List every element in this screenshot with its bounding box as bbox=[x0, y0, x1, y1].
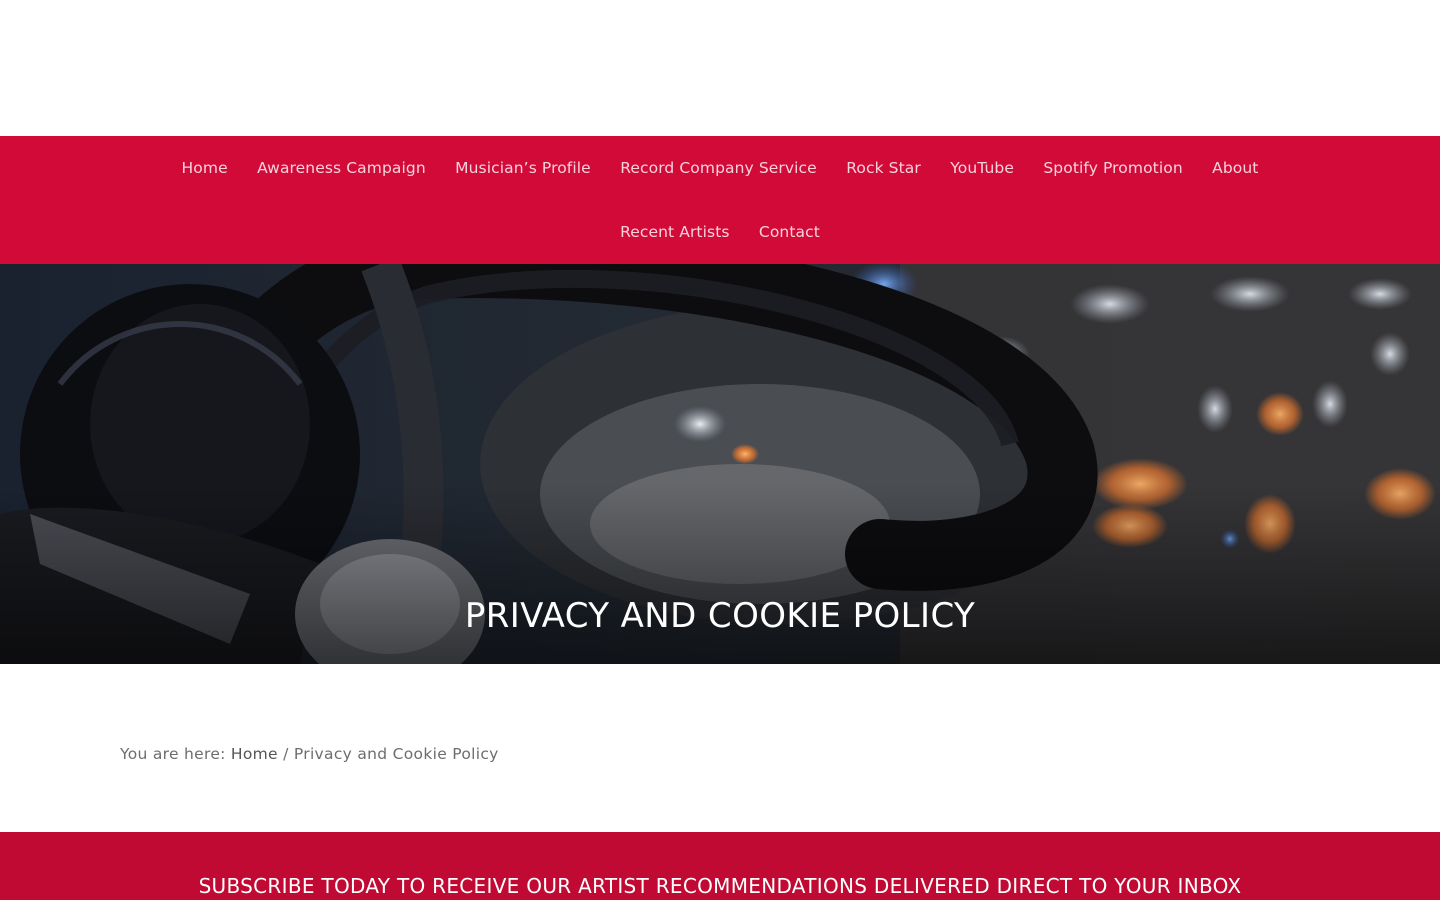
breadcrumb-prefix: You are here: bbox=[120, 745, 231, 763]
nav-item-record-company-service[interactable]: Record Company Service bbox=[606, 159, 832, 177]
breadcrumb: You are here: Home / Privacy and Cookie … bbox=[120, 745, 499, 763]
site-header bbox=[0, 0, 1440, 136]
nav-item-home[interactable]: Home bbox=[167, 159, 243, 177]
nav-item-youtube[interactable]: YouTube bbox=[936, 159, 1029, 177]
nav-item-awareness-campaign[interactable]: Awareness Campaign bbox=[242, 159, 440, 177]
breadcrumb-separator: / bbox=[277, 745, 294, 763]
breadcrumb-home-link[interactable]: Home bbox=[231, 745, 278, 763]
main-navigation: Home Awareness Campaign Musician’s Profi… bbox=[0, 136, 1440, 264]
nav-item-recent-artists[interactable]: Recent Artists bbox=[605, 223, 744, 241]
nav-row-secondary: Recent Artists Contact bbox=[0, 200, 1440, 264]
nav-item-contact[interactable]: Contact bbox=[744, 223, 834, 241]
page-title: PRIVACY AND COOKIE POLICY bbox=[464, 596, 976, 636]
nav-row-primary: Home Awareness Campaign Musician’s Profi… bbox=[0, 136, 1440, 200]
nav-item-rock-star[interactable]: Rock Star bbox=[832, 159, 936, 177]
subscribe-heading: SUBSCRIBE TODAY TO RECEIVE OUR ARTIST RE… bbox=[198, 874, 1242, 898]
nav-item-spotify-promotion[interactable]: Spotify Promotion bbox=[1029, 159, 1198, 177]
nav-item-about[interactable]: About bbox=[1197, 159, 1273, 177]
nav-item-musicians-profile[interactable]: Musician’s Profile bbox=[440, 159, 605, 177]
breadcrumb-current: Privacy and Cookie Policy bbox=[293, 745, 499, 763]
